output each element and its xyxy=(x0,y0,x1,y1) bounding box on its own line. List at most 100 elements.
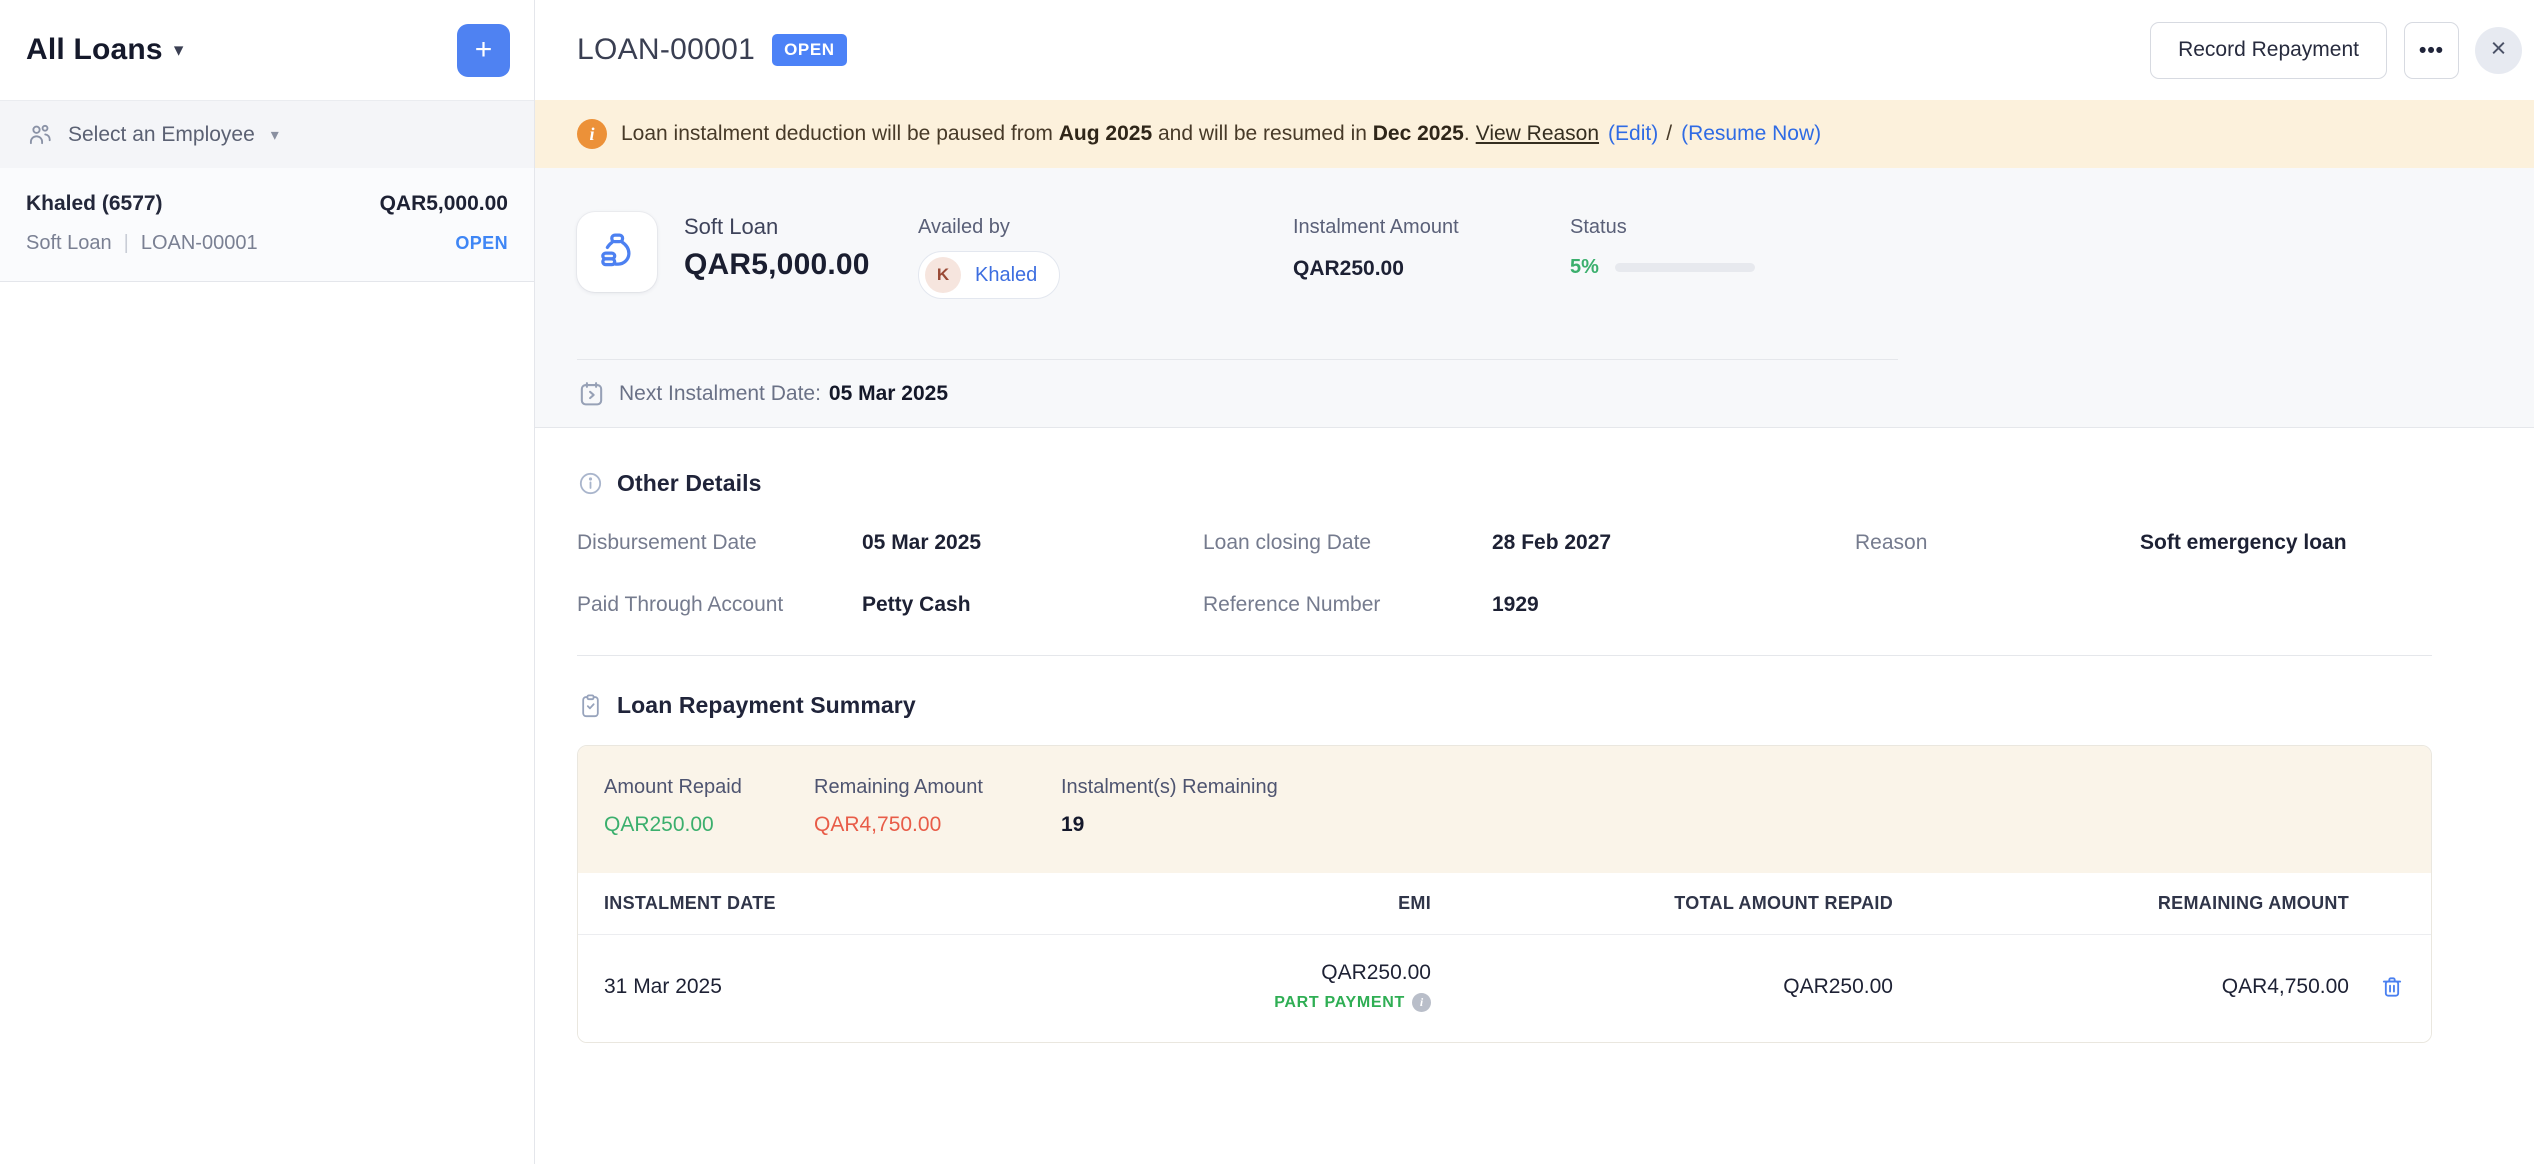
add-loan-button[interactable]: + xyxy=(457,24,510,77)
field-label: Paid Through Account xyxy=(577,593,862,617)
loan-icon-card xyxy=(577,212,657,292)
close-button[interactable]: × xyxy=(2475,27,2522,74)
info-circle-icon xyxy=(577,470,604,497)
instalments-remaining-value: 19 xyxy=(1061,813,2405,837)
slash-separator: / xyxy=(1666,122,1672,146)
status-percent: 5% xyxy=(1570,256,1599,279)
repayment-table-header: INSTALMENT DATE EMI TOTAL AMOUNT REPAID … xyxy=(578,873,2431,935)
avatar: K xyxy=(925,257,961,293)
meta-separator: | xyxy=(112,232,141,255)
app-window: All Loans ▾ + Select an Employee ▾ Khale… xyxy=(0,0,2534,1164)
field-value: 28 Feb 2027 xyxy=(1492,531,1855,555)
remaining-amount-label: Remaining Amount xyxy=(814,776,1061,799)
instalment-date-cell: 31 Mar 2025 xyxy=(604,975,1071,999)
remaining-amount-value: QAR4,750.00 xyxy=(814,813,1061,837)
availed-by-label: Availed by xyxy=(918,216,1293,239)
delete-repayment-button[interactable] xyxy=(2379,974,2405,1000)
loan-overview-row: Soft Loan QAR5,000.00 Availed by K Khale… xyxy=(535,168,2534,299)
resume-now-link[interactable]: (Resume Now) xyxy=(1681,122,1821,146)
chevron-down-icon: ▾ xyxy=(271,125,279,145)
repayment-summary-heading: Loan Repayment Summary xyxy=(577,692,2432,719)
info-icon: i xyxy=(577,119,607,149)
loans-filter-dropdown[interactable]: All Loans ▾ xyxy=(26,33,183,67)
repayment-summary-card: Amount Repaid QAR250.00 Remaining Amount… xyxy=(577,745,2432,1043)
view-reason-link[interactable]: View Reason xyxy=(1476,122,1599,146)
section-divider xyxy=(577,655,2432,656)
paused-month: Aug 2025 xyxy=(1059,122,1152,145)
total-repaid-cell: QAR250.00 xyxy=(1431,975,1893,999)
page-title: LOAN-00001 xyxy=(577,33,755,67)
progress-bar-track xyxy=(1615,263,1755,272)
instalments-remaining-block: Instalment(s) Remaining 19 xyxy=(1061,776,2405,837)
loan-item-top-row: Khaled (6577) QAR5,000.00 xyxy=(26,192,508,216)
field-value: Soft emergency loan xyxy=(2140,531,2432,555)
instalments-remaining-label: Instalment(s) Remaining xyxy=(1061,776,2405,799)
ellipsis-icon: ••• xyxy=(2419,39,2444,62)
column-header-remaining: REMAINING AMOUNT xyxy=(1893,893,2349,914)
chevron-down-icon: ▾ xyxy=(174,39,184,62)
loan-type-column: Soft Loan QAR5,000.00 xyxy=(684,212,918,282)
next-instalment-label: Next Instalment Date: xyxy=(619,382,821,406)
status-label: Status xyxy=(1570,216,1755,239)
amount-repaid-block: Amount Repaid QAR250.00 xyxy=(604,776,814,837)
loans-sidebar: All Loans ▾ + Select an Employee ▾ Khale… xyxy=(0,0,535,1164)
loan-meta: Soft Loan | LOAN-00001 xyxy=(26,232,258,255)
amount-repaid-label: Amount Repaid xyxy=(604,776,814,799)
details-section: Other Details Disbursement Date 05 Mar 2… xyxy=(535,428,2534,1043)
loan-item-bottom-row: Soft Loan | LOAN-00001 OPEN xyxy=(26,232,508,255)
calendar-next-icon xyxy=(577,379,606,408)
status-column: Status 5% xyxy=(1570,212,1755,279)
employee-filter-dropdown[interactable]: Select an Employee ▾ xyxy=(0,100,534,168)
column-header-total-repaid: TOTAL AMOUNT REPAID xyxy=(1431,893,1893,914)
field-value: 1929 xyxy=(1492,593,1855,617)
repayment-summary-title: Loan Repayment Summary xyxy=(617,692,916,719)
status-badge: OPEN xyxy=(772,34,847,66)
field-label: Reason xyxy=(1855,531,2140,555)
detail-header: LOAN-00001 OPEN Record Repayment ••• × xyxy=(535,0,2534,100)
clipboard-check-icon xyxy=(577,692,604,719)
field-label: Disbursement Date xyxy=(577,531,862,555)
banner-text: Loan instalment deduction will be paused… xyxy=(621,122,1470,146)
column-header-instalment-date: INSTALMENT DATE xyxy=(604,893,1071,914)
pause-warning-banner: i Loan instalment deduction will be paus… xyxy=(535,100,2534,168)
emi-cell: QAR250.00 PART PAYMENT i xyxy=(1071,961,1431,1012)
employee-chip[interactable]: K Khaled xyxy=(918,251,1060,299)
emi-amount: QAR250.00 xyxy=(1321,961,1431,984)
emi-tag-line: PART PAYMENT i xyxy=(1071,993,1431,1012)
instalment-amount-column: Instalment Amount QAR250.00 xyxy=(1293,212,1570,281)
employee-filter-label: Select an Employee xyxy=(68,123,255,147)
field-value: 05 Mar 2025 xyxy=(862,531,1203,555)
trash-icon xyxy=(2379,974,2405,1000)
column-header-emi: EMI xyxy=(1071,893,1431,914)
remaining-amount-block: Remaining Amount QAR4,750.00 xyxy=(814,776,1061,837)
amount-repaid-value: QAR250.00 xyxy=(604,813,814,837)
other-details-title: Other Details xyxy=(617,470,761,497)
details-row: Paid Through Account Petty Cash Referenc… xyxy=(577,593,2432,617)
loan-number: LOAN-00001 xyxy=(141,232,258,255)
loan-type: Soft Loan xyxy=(26,232,112,255)
instalment-amount-value: QAR250.00 xyxy=(1293,257,1570,281)
more-actions-button[interactable]: ••• xyxy=(2404,22,2459,79)
edit-pause-link[interactable]: (Edit) xyxy=(1608,122,1658,146)
repayment-totals: Amount Repaid QAR250.00 Remaining Amount… xyxy=(578,746,2431,873)
next-instalment-row: Next Instalment Date: 05 Mar 2025 xyxy=(535,360,2534,427)
status-progress: 5% xyxy=(1570,256,1755,279)
next-instalment-date: 05 Mar 2025 xyxy=(829,382,948,406)
part-payment-info-icon[interactable]: i xyxy=(1412,993,1431,1012)
loan-amount: QAR5,000.00 xyxy=(380,192,508,216)
people-icon xyxy=(26,121,54,149)
details-row: Disbursement Date 05 Mar 2025 Loan closi… xyxy=(577,531,2432,555)
loan-list-item[interactable]: Khaled (6577) QAR5,000.00 Soft Loan | LO… xyxy=(0,168,534,282)
employee-link[interactable]: Khaled xyxy=(975,264,1037,287)
sidebar-title: All Loans xyxy=(26,33,163,67)
plus-icon: + xyxy=(475,35,493,65)
field-value: Petty Cash xyxy=(862,593,1203,617)
other-details-heading: Other Details xyxy=(577,470,2432,497)
close-icon: × xyxy=(2491,35,2507,62)
record-repayment-button[interactable]: Record Repayment xyxy=(2150,22,2387,79)
field-label: Loan closing Date xyxy=(1203,531,1492,555)
field-label: Reference Number xyxy=(1203,593,1492,617)
remaining-cell: QAR4,750.00 xyxy=(1893,975,2349,999)
loan-detail-panel: LOAN-00001 OPEN Record Repayment ••• × i… xyxy=(535,0,2534,1164)
part-payment-tag: PART PAYMENT xyxy=(1274,994,1405,1012)
